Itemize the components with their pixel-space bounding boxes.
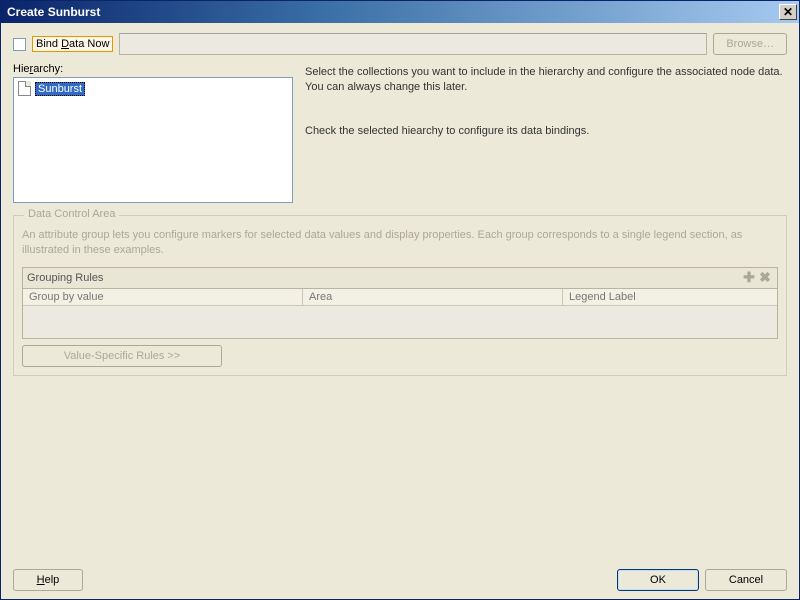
col-legend-label[interactable]: Legend Label	[563, 289, 777, 305]
grouping-column-headers: Group by value Area Legend Label	[23, 289, 777, 306]
ok-button[interactable]: OK	[617, 569, 699, 591]
browse-button[interactable]: Browse…	[713, 33, 787, 55]
bind-data-label[interactable]: Bind Data Now	[32, 36, 113, 52]
footer: Help OK Cancel	[13, 561, 787, 591]
ok-button-label: OK	[650, 574, 666, 586]
bind-label-prefix: Bind	[36, 38, 61, 50]
cancel-button-label: Cancel	[729, 574, 763, 586]
file-icon	[18, 81, 31, 96]
bind-label-suffix: ata Now	[69, 38, 109, 50]
delete-icon[interactable]: ✖	[757, 270, 773, 286]
data-control-area: Data Control Area An attribute group let…	[13, 215, 787, 376]
add-icon[interactable]: ✚	[741, 270, 757, 286]
info-column: Select the collections you want to inclu…	[305, 63, 787, 203]
close-button[interactable]: ✕	[779, 4, 797, 20]
tree-item-label: Sunburst	[35, 82, 85, 96]
bind-data-checkbox[interactable]	[13, 38, 26, 51]
help-button[interactable]: Help	[13, 569, 83, 591]
value-specific-rules-label: Value-Specific Rules >>	[64, 350, 181, 362]
tree-item-sunburst[interactable]: Sunburst	[16, 80, 290, 97]
cancel-button[interactable]: Cancel	[705, 569, 787, 591]
hierarchy-tree[interactable]: Sunburst	[13, 77, 293, 203]
hierarchy-column: Hierarchy: Sunburst	[13, 63, 293, 203]
grouping-rules-panel: Grouping Rules ✚ ✖ Group by value Area L…	[22, 267, 778, 339]
data-control-legend: Data Control Area	[24, 208, 119, 220]
browse-button-label: Browse…	[726, 38, 774, 50]
data-control-desc: An attribute group lets you configure ma…	[22, 228, 778, 259]
middle-row: Hierarchy: Sunburst Select the collectio…	[13, 63, 787, 203]
help-button-label: Help	[37, 574, 60, 586]
close-icon: ✕	[783, 5, 793, 19]
dialog-window: Create Sunburst ✕ Bind Data Now Browse… …	[0, 0, 800, 600]
grouping-rules-header: Grouping Rules ✚ ✖	[23, 268, 777, 289]
bind-label-mnemonic: D	[61, 38, 69, 50]
grouping-rules-title: Grouping Rules	[27, 272, 741, 284]
content-area: Bind Data Now Browse… Hierarchy: Sunburs…	[1, 23, 799, 599]
hierarchy-label: Hierarchy:	[13, 63, 293, 75]
data-path-input[interactable]	[119, 33, 707, 55]
info-text-1: Select the collections you want to inclu…	[305, 65, 787, 96]
titlebar: Create Sunburst ✕	[1, 1, 799, 23]
col-area[interactable]: Area	[303, 289, 563, 305]
window-title: Create Sunburst	[7, 5, 779, 19]
value-specific-rules-button[interactable]: Value-Specific Rules >>	[22, 345, 222, 367]
info-text-2: Check the selected hiearchy to configure…	[305, 124, 787, 139]
bind-data-row: Bind Data Now Browse…	[13, 33, 787, 55]
grouping-grid-body[interactable]	[23, 306, 777, 338]
col-group-by-value[interactable]: Group by value	[23, 289, 303, 305]
